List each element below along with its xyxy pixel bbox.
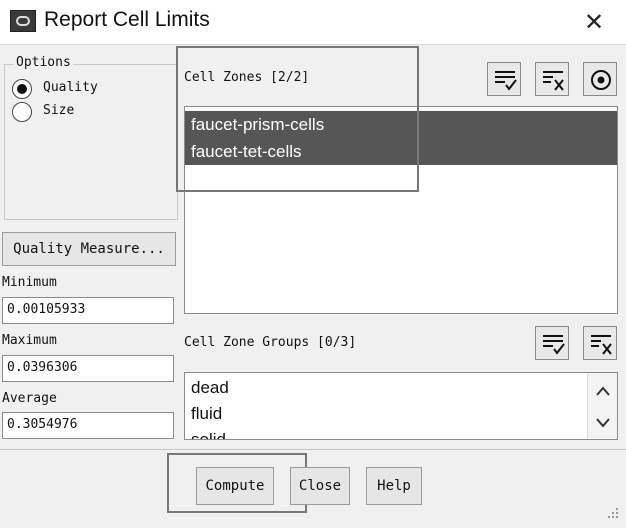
list-item[interactable]: fluid	[185, 401, 617, 427]
highlight-box	[167, 453, 307, 513]
minimum-field[interactable]: 0.00105933	[2, 297, 174, 324]
deselect-all-icon	[543, 71, 564, 91]
average-label: Average	[2, 391, 57, 406]
quality-radio[interactable]	[12, 79, 32, 99]
maximum-field[interactable]: 0.0396306	[2, 355, 174, 382]
size-radio-label[interactable]: Size	[43, 103, 74, 118]
quality-measure-button[interactable]: Quality Measure...	[2, 232, 176, 266]
app-icon	[10, 10, 36, 32]
select-all-icon	[543, 335, 565, 355]
size-radio[interactable]	[12, 102, 32, 122]
highlight-box	[176, 46, 419, 192]
window-title: Report Cell Limits	[44, 8, 210, 31]
radio-target-icon	[591, 70, 611, 90]
zone-options-button[interactable]	[583, 62, 617, 96]
list-item[interactable]: dead	[185, 375, 617, 401]
select-all-icon	[495, 71, 517, 91]
deselect-all-icon	[591, 335, 612, 355]
average-field[interactable]: 0.3054976	[2, 412, 174, 439]
title-bar: Report Cell Limits ✕	[0, 0, 626, 44]
help-button[interactable]: Help	[366, 467, 422, 505]
select-all-zones-button[interactable]	[487, 62, 521, 96]
cell-zone-groups-label: Cell Zone Groups [0/3]	[184, 335, 357, 350]
options-legend: Options	[14, 55, 73, 70]
maximum-label: Maximum	[2, 333, 57, 348]
scroll-up-arrow-icon[interactable]	[588, 375, 618, 407]
quality-radio-label[interactable]: Quality	[43, 80, 98, 95]
minimum-label: Minimum	[2, 275, 57, 290]
deselect-all-zones-button[interactable]	[535, 62, 569, 96]
close-window-button[interactable]: ✕	[578, 6, 610, 38]
list-item[interactable]: solid	[185, 427, 617, 439]
select-all-groups-button[interactable]	[535, 326, 569, 360]
resize-grip-icon[interactable]	[602, 504, 622, 524]
close-button[interactable]: Close	[290, 467, 350, 505]
deselect-all-groups-button[interactable]	[583, 326, 617, 360]
scrollbar[interactable]	[587, 373, 617, 439]
cell-zone-groups-list[interactable]: dead fluid solid	[184, 372, 618, 440]
scroll-down-arrow-icon[interactable]	[588, 407, 618, 439]
footer-divider	[0, 449, 626, 450]
